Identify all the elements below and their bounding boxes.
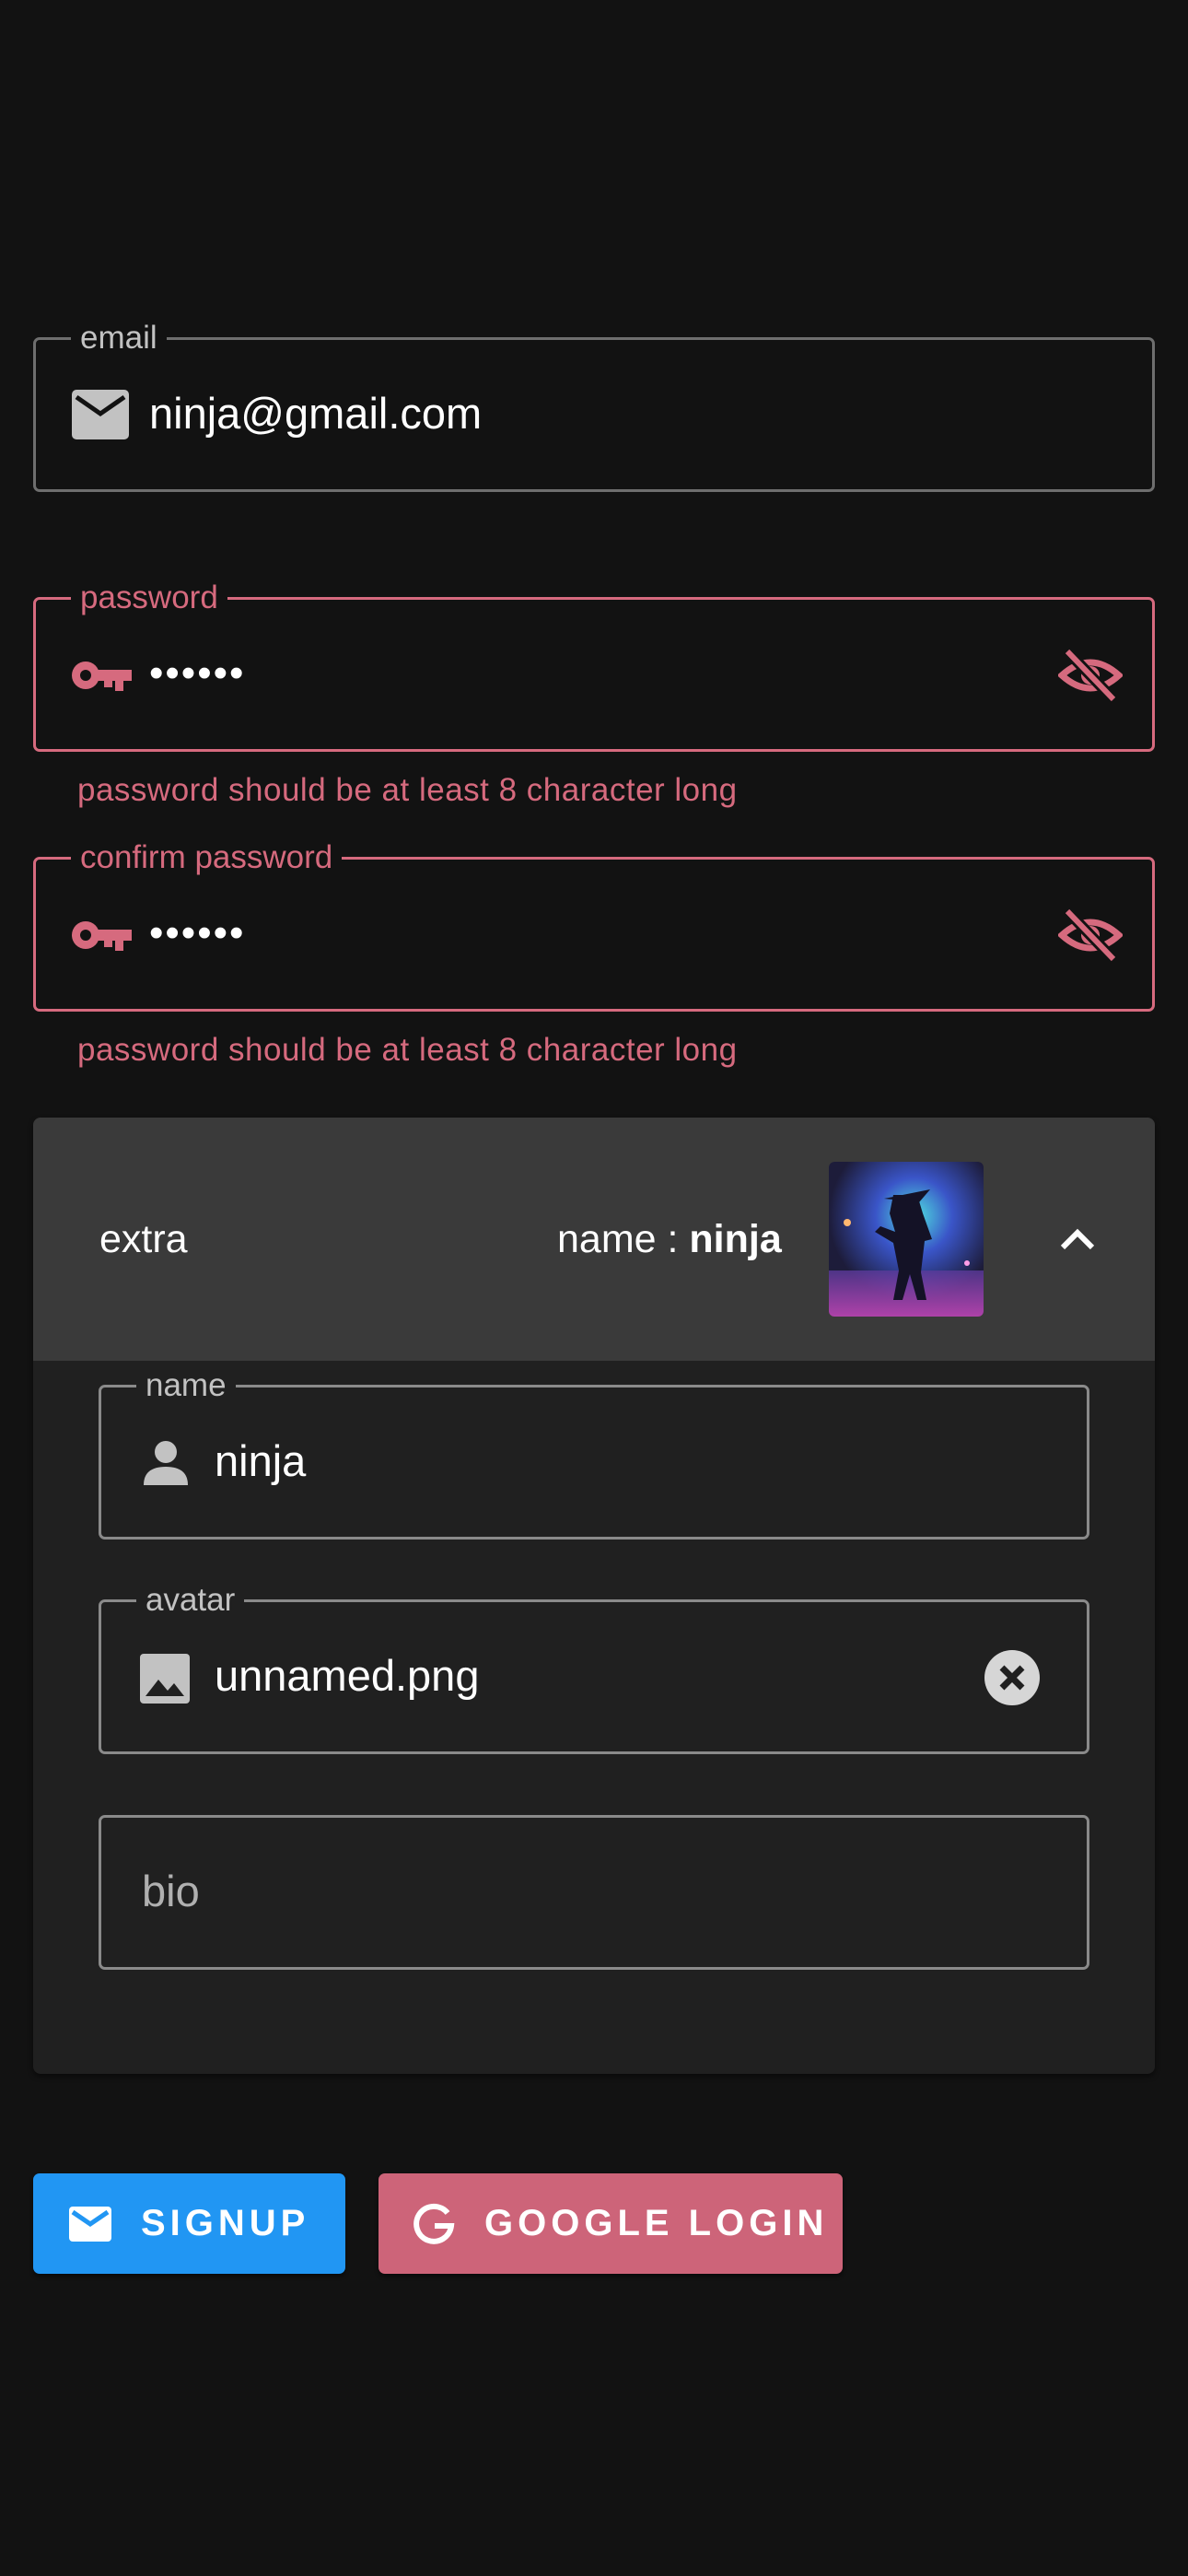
confirm-password-field[interactable]: confirm password ••••••: [33, 839, 1155, 1012]
image-icon: [140, 1654, 190, 1704]
name-input[interactable]: ninja: [215, 1435, 306, 1487]
email-field[interactable]: email ninja@gmail.com: [33, 320, 1155, 492]
accordion-header[interactable]: extra name : ninja: [33, 1118, 1155, 1361]
accordion-title: extra: [99, 1217, 188, 1261]
password-label: password: [71, 580, 227, 616]
key-icon: [72, 662, 132, 691]
avatar-input[interactable]: unnamed.png: [215, 1650, 479, 1702]
confirm-password-label: confirm password: [71, 839, 343, 876]
avatar-label: avatar: [136, 1582, 245, 1619]
signup-button[interactable]: SIGNUP: [33, 2173, 345, 2274]
avatar-thumbnail: [829, 1162, 984, 1317]
google-login-label: GOOGLE LOGIN: [484, 2203, 829, 2243]
mail-icon: [69, 2206, 111, 2242]
bio-input[interactable]: bio: [142, 1866, 200, 1917]
key-icon: [72, 921, 132, 951]
name-label: name: [136, 1367, 236, 1404]
summary-prefix: name :: [557, 1217, 690, 1261]
password-error: password should be at least 8 character …: [77, 772, 738, 808]
google-g-icon: [413, 2203, 455, 2244]
signup-label: SIGNUP: [141, 2203, 310, 2243]
cancel-circle-icon[interactable]: [984, 1649, 1041, 1706]
name-field[interactable]: name ninja: [99, 1367, 1089, 1540]
confirm-password-error: password should be at least 8 character …: [77, 1032, 738, 1068]
google-login-button[interactable]: GOOGLE LOGIN: [379, 2173, 843, 2274]
chevron-up-icon[interactable]: [1059, 1227, 1096, 1251]
avatar-field[interactable]: avatar unnamed.png: [99, 1582, 1089, 1754]
password-input[interactable]: ••••••: [149, 648, 245, 699]
visibility-off-icon[interactable]: [1058, 648, 1123, 703]
visibility-off-icon[interactable]: [1058, 907, 1123, 963]
email-label: email: [71, 320, 167, 357]
extra-accordion: extra name : ninja name ninja avatar unn…: [33, 1118, 1155, 2074]
accordion-summary: name : ninja: [557, 1215, 782, 1263]
password-field[interactable]: password ••••••: [33, 580, 1155, 752]
bio-field[interactable]: bio: [99, 1815, 1089, 1970]
confirm-password-input[interactable]: ••••••: [149, 907, 245, 959]
mail-icon: [72, 390, 129, 439]
person-icon: [144, 1441, 188, 1485]
email-input[interactable]: ninja@gmail.com: [149, 388, 482, 439]
summary-name: ninja: [689, 1217, 782, 1261]
